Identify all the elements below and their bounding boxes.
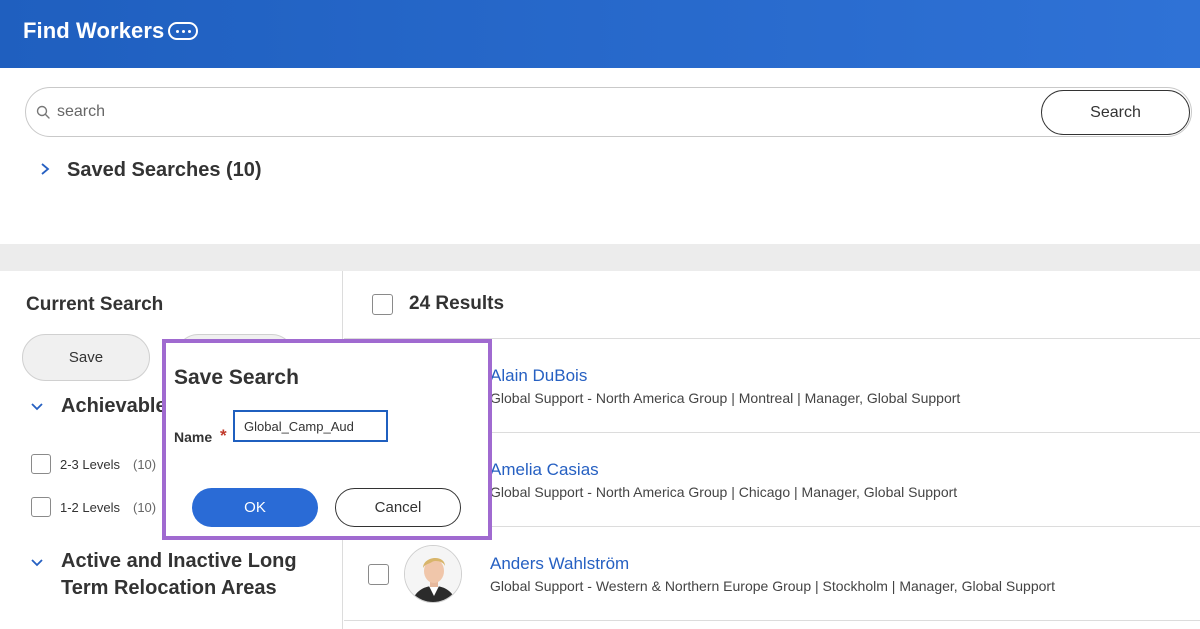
search-button[interactable]: Search xyxy=(1041,90,1190,135)
results-count: 24 Results xyxy=(409,293,505,314)
search-icon xyxy=(36,105,50,119)
facet-option[interactable]: 2-3 Levels (10) xyxy=(31,454,156,474)
ok-button[interactable]: OK xyxy=(192,488,318,527)
select-all-checkbox[interactable] xyxy=(372,294,393,315)
facet-option-count: (10) xyxy=(132,456,157,472)
row-checkbox[interactable] xyxy=(368,564,389,585)
save-search-dialog: Save Search Name * OK Cancel xyxy=(162,339,492,540)
facet-checkbox[interactable] xyxy=(31,454,51,474)
facet-option-label: 1-2 Levels xyxy=(60,499,120,515)
avatar[interactable] xyxy=(404,545,462,603)
worker-detail: Global Support - North America Group | M… xyxy=(490,390,961,406)
chevron-down-icon[interactable] xyxy=(30,402,44,412)
page-header: Find Workers xyxy=(0,0,1200,68)
facet-option-label: 2-3 Levels xyxy=(60,456,120,472)
section-divider xyxy=(0,244,1200,271)
search-name-field[interactable] xyxy=(233,410,388,442)
name-label: Name xyxy=(174,429,213,445)
worker-detail: Global Support - North America Group | C… xyxy=(490,484,958,500)
facet-title-relocation-line2[interactable]: Term Relocation Areas xyxy=(61,575,277,602)
worker-name-link[interactable]: Anders Wahlström xyxy=(490,554,629,574)
save-button[interactable]: Save xyxy=(22,334,150,381)
worker-name-link[interactable]: Alain DuBois xyxy=(490,366,587,386)
worker-detail: Global Support - Western & Northern Euro… xyxy=(490,578,1055,594)
search-input[interactable] xyxy=(57,100,1007,124)
page-title: Find Workers xyxy=(23,18,165,43)
facet-title-relocation[interactable]: Active and Inactive Long xyxy=(61,548,297,575)
facet-title-achievable[interactable]: Achievable xyxy=(61,393,167,420)
facet-option[interactable]: 1-2 Levels (10) xyxy=(31,497,156,517)
required-indicator: * xyxy=(220,426,227,445)
current-search-heading: Current Search xyxy=(26,294,164,315)
chevron-right-icon[interactable] xyxy=(40,162,50,176)
find-workers-page: Find Workers Search Saved Searches (10) … xyxy=(0,0,1200,629)
facet-option-count: (10) xyxy=(132,499,157,515)
ellipsis-icon[interactable] xyxy=(168,22,198,40)
person-avatar-icon xyxy=(405,546,461,602)
facet-checkbox[interactable] xyxy=(31,497,51,517)
worker-name-link[interactable]: Amelia Casias xyxy=(490,460,599,480)
chevron-down-icon[interactable] xyxy=(30,558,44,568)
cancel-button[interactable]: Cancel xyxy=(335,488,461,527)
dialog-title: Save Search xyxy=(174,366,299,389)
saved-searches-toggle[interactable]: Saved Searches (10) xyxy=(67,159,262,182)
divider xyxy=(344,620,1200,621)
